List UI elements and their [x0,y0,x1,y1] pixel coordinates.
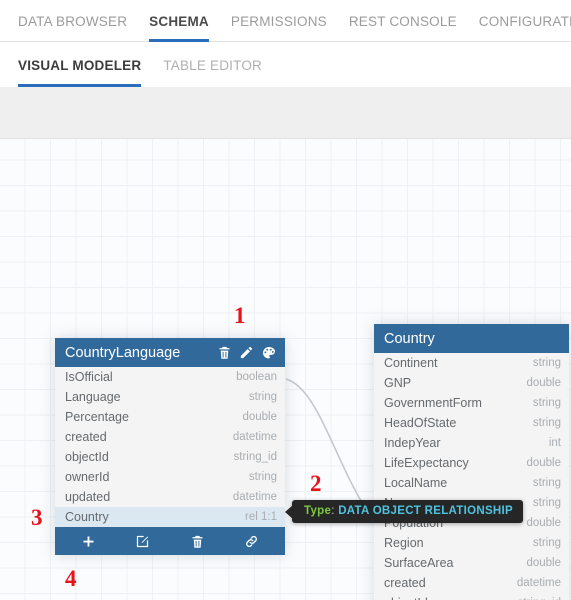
annotation-marker-4: 4 [65,566,77,591]
field-row-country-relation[interactable]: Country rel 1:1 [55,507,285,527]
field-type: datetime [516,577,561,589]
field-name: ownerId [65,470,110,484]
field-name: Country [65,510,109,524]
field-row[interactable]: objectIdstring_id [374,593,569,600]
field-name: SurfaceArea [384,556,454,570]
field-name: GovernmentForm [384,396,482,410]
link-icon[interactable] [244,534,259,549]
field-type: rel 1:1 [245,511,277,523]
field-row[interactable]: objectId string_id [55,447,285,467]
field-type: string [532,477,561,489]
nav-item-schema[interactable]: SCHEMA [149,0,209,42]
field-type: string [248,471,277,483]
field-row[interactable]: LocalName string [374,473,569,493]
field-type: string [532,537,561,549]
field-type: string [248,391,277,403]
field-row[interactable]: ownerId string [55,467,285,487]
field-name: updated [65,490,111,504]
annotation-marker-2: 2 [310,471,322,496]
entity-title: CountryLanguage [65,344,181,361]
field-type: double [242,411,277,423]
nav-item-data-browser[interactable]: DATA BROWSER [18,0,127,42]
edit-square-icon[interactable] [135,534,150,549]
tooltip-key: Type [304,505,332,517]
entity-card-header[interactable]: CountryLanguage [55,338,285,367]
field-name: IndepYear [384,436,441,450]
entity-field-list: Continent string GNP double GovernmentForm… [374,353,569,600]
field-type: double [526,457,561,469]
field-type: double [526,517,561,529]
entity-card-countrylanguage[interactable]: Country Language IsOfficial boolean Langu… [55,338,285,555]
field-row[interactable]: Region string [374,533,569,553]
field-type: string_id [233,451,277,463]
field-row[interactable]: IsOfficial boolean [55,367,285,387]
modeler-toolbar [0,87,571,139]
field-name: Region [384,536,424,550]
field-type: boolean [236,371,277,383]
pencil-icon[interactable] [239,345,254,360]
field-type: datetime [232,431,277,443]
field-type: string [532,397,561,409]
field-type: datetime [232,491,277,503]
tab-table-editor[interactable]: TABLE EDITOR [163,42,262,87]
entity-field-list: IsOfficial boolean Language string Percent… [55,367,285,527]
field-type: string [532,417,561,429]
secondary-navigation: VISUAL MODELER TABLE EDITOR [0,42,571,87]
field-name: HeadOfState [384,416,457,430]
field-type: string [532,357,561,369]
field-name: IsOfficial [65,370,113,384]
field-row[interactable]: created datetime [374,573,569,593]
field-type: double [526,377,561,389]
trash-icon[interactable] [190,534,205,549]
relationship-tooltip: Type: DATA OBJECT RELATIONSHIP [285,500,523,523]
field-name: objectId [384,596,518,600]
field-row[interactable]: Continent string [374,353,569,373]
plus-icon[interactable] [81,534,96,549]
schema-canvas[interactable]: Country Language IsOfficial boolean Langu… [0,139,571,600]
field-row[interactable]: HeadOfState string [374,413,569,433]
field-row[interactable]: SurfaceArea double [374,553,569,573]
tab-visual-modeler[interactable]: VISUAL MODELER [18,42,142,87]
field-type: double [526,557,561,569]
entity-card-footer [55,527,285,555]
field-row[interactable]: Language string [55,387,285,407]
annotation-marker-1: 1 [234,303,246,328]
field-row[interactable]: LifeExpectancy double [374,453,569,473]
annotation-marker-3: 3 [31,505,43,530]
field-name: GNP [384,376,412,390]
field-row[interactable]: created datetime [55,427,285,447]
field-type: int [548,437,561,449]
field-row[interactable]: GNP double [374,373,569,393]
field-name: Percentage [65,410,129,424]
nav-item-rest-console[interactable]: REST CONSOLE [349,0,457,42]
primary-navigation: DATA BROWSER SCHEMA PERMISSIONS REST CON… [0,0,571,42]
entity-card-country[interactable]: Country Continent string GNP double Govern… [374,324,569,600]
field-name: LifeExpectancy [384,456,469,470]
field-type: string [532,497,561,509]
palette-icon[interactable] [261,345,277,361]
field-name: created [384,576,426,590]
field-name: Language [65,390,121,404]
nav-item-permissions[interactable]: PERMISSIONS [231,0,327,42]
field-name: LocalName [384,476,448,490]
field-name: Continent [384,356,438,370]
tooltip-colon: : [331,505,335,517]
entity-card-header[interactable]: Country [374,324,569,353]
field-row[interactable]: Percentage double [55,407,285,427]
field-name: created [65,430,107,444]
trash-icon[interactable] [217,345,232,360]
field-row[interactable]: IndepYear int [374,433,569,453]
field-name: objectId [65,450,109,464]
nav-item-configuration[interactable]: CONFIGURATION [479,0,571,42]
entity-title: Country [384,330,435,347]
tooltip-value: DATA OBJECT RELATIONSHIP [338,505,513,517]
field-row[interactable]: updated datetime [55,487,285,507]
field-row[interactable]: GovernmentForm string [374,393,569,413]
